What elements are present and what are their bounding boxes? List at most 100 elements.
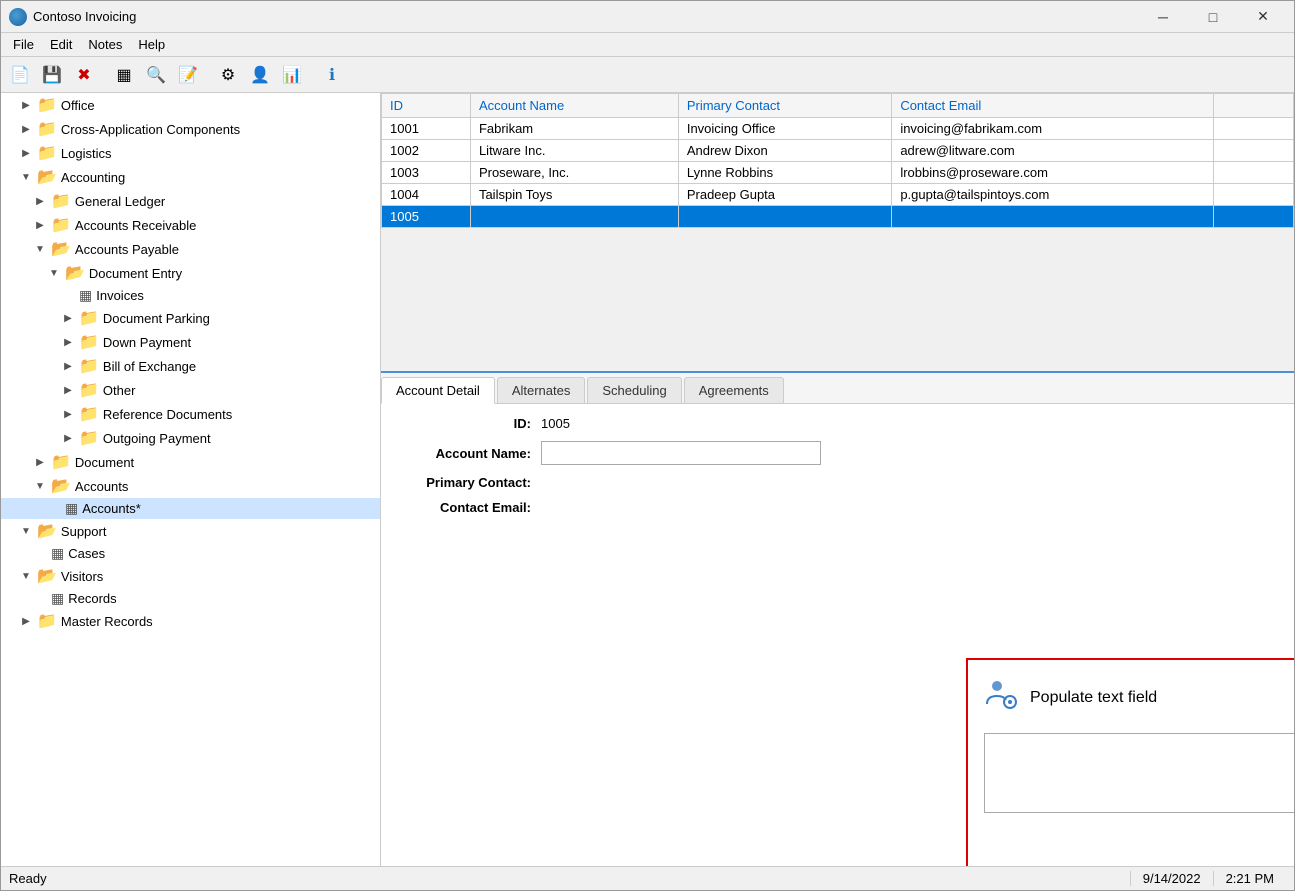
tree-arrow-outgoing-payment[interactable] xyxy=(61,431,75,445)
populate-textarea[interactable] xyxy=(984,733,1294,813)
cell-name: Fabrikam xyxy=(470,118,678,140)
tree-arrow-document-entry[interactable] xyxy=(47,266,61,280)
folder-icon-master-records: 📁 xyxy=(37,611,57,631)
search-button[interactable]: 🔍 xyxy=(141,61,171,89)
cell-id: 1001 xyxy=(382,118,471,140)
cell-id: 1002 xyxy=(382,140,471,162)
contact-email-label: Contact Email: xyxy=(401,500,531,515)
minimize-button[interactable]: ─ xyxy=(1140,1,1186,33)
tab-account-detail[interactable]: Account Detail xyxy=(381,377,495,404)
tree-arrow-master-records[interactable] xyxy=(19,614,33,628)
sidebar-item-office[interactable]: 📁 Office xyxy=(1,93,380,117)
menu-edit[interactable]: Edit xyxy=(42,35,80,54)
tree-arrow-logistics[interactable] xyxy=(19,146,33,160)
folder-icon-document-entry: 📂 xyxy=(65,263,85,283)
tree-arrow-down-payment[interactable] xyxy=(61,335,75,349)
maximize-button[interactable]: □ xyxy=(1190,1,1236,33)
tree-arrow-accounts-receivable[interactable] xyxy=(33,218,47,232)
table-row-selected[interactable]: 1005 xyxy=(382,206,1294,228)
cell-contact: Andrew Dixon xyxy=(678,140,891,162)
sidebar-item-reference-documents[interactable]: 📁 Reference Documents xyxy=(1,402,380,426)
sidebar-item-down-payment[interactable]: 📁 Down Payment xyxy=(1,330,380,354)
status-bar: Ready 9/14/2022 2:21 PM xyxy=(1,866,1294,890)
sidebar-item-bill-of-exchange[interactable]: 📁 Bill of Exchange xyxy=(1,354,380,378)
tree-arrow-accounts[interactable] xyxy=(33,479,47,493)
info-button[interactable]: ℹ xyxy=(317,61,347,89)
tree-arrow-cross-app[interactable] xyxy=(19,122,33,136)
sidebar-item-visitors[interactable]: 📂 Visitors xyxy=(1,564,380,588)
table-row[interactable]: 1002 Litware Inc. Andrew Dixon adrew@lit… xyxy=(382,140,1294,162)
col-header-contact[interactable]: Primary Contact xyxy=(678,94,891,118)
new-button[interactable]: 📄 xyxy=(5,61,35,89)
sidebar-item-other[interactable]: 📁 Other xyxy=(1,378,380,402)
sidebar-label-accounts-table: Accounts* xyxy=(82,501,141,516)
export-button[interactable]: 📊 xyxy=(277,61,307,89)
data-grid[interactable]: ID Account Name Primary Contact Contact … xyxy=(381,93,1294,373)
cell-id: 1004 xyxy=(382,184,471,206)
tree-arrow-support[interactable] xyxy=(19,524,33,538)
tree-arrow-document[interactable] xyxy=(33,455,47,469)
sidebar-label-cases: Cases xyxy=(68,546,105,561)
menu-notes[interactable]: Notes xyxy=(80,35,130,54)
app-title: Contoso Invoicing xyxy=(33,9,1140,24)
folder-icon-cross-app: 📁 xyxy=(37,119,57,139)
sidebar-item-cross-app[interactable]: 📁 Cross-Application Components xyxy=(1,117,380,141)
sidebar-item-accounts-payable[interactable]: 📂 Accounts Payable xyxy=(1,237,380,261)
sidebar-item-invoices[interactable]: ▦ Invoices xyxy=(1,285,380,306)
note-button[interactable]: 📝 xyxy=(173,61,203,89)
tab-scheduling[interactable]: Scheduling xyxy=(587,377,681,403)
tree-arrow-accounts-payable[interactable] xyxy=(33,242,47,256)
grid-button[interactable]: ▦ xyxy=(109,61,139,89)
tree-arrow-general-ledger[interactable] xyxy=(33,194,47,208)
delete-button[interactable]: ✖ xyxy=(69,61,99,89)
folder-icon-document-parking: 📁 xyxy=(79,308,99,328)
table-icon-invoices: ▦ xyxy=(79,287,92,304)
close-button[interactable]: ✕ xyxy=(1240,1,1286,33)
sidebar-label-general-ledger: General Ledger xyxy=(75,194,165,209)
tab-agreements[interactable]: Agreements xyxy=(684,377,784,403)
sidebar-label-document-parking: Document Parking xyxy=(103,311,210,326)
sidebar-item-cases[interactable]: ▦ Cases xyxy=(1,543,380,564)
menu-help[interactable]: Help xyxy=(130,35,173,54)
settings-button[interactable]: ⚙ xyxy=(213,61,243,89)
sidebar-item-accounts[interactable]: 📂 Accounts xyxy=(1,474,380,498)
sidebar-item-support[interactable]: 📂 Support xyxy=(1,519,380,543)
sidebar-item-records[interactable]: ▦ Records xyxy=(1,588,380,609)
table-row[interactable]: 1001 Fabrikam Invoicing Office invoicing… xyxy=(382,118,1294,140)
col-header-id[interactable]: ID xyxy=(382,94,471,118)
tree-arrow-office[interactable] xyxy=(19,98,33,112)
sidebar-item-document-entry[interactable]: 📂 Document Entry xyxy=(1,261,380,285)
folder-icon-reference-documents: 📁 xyxy=(79,404,99,424)
col-header-email[interactable]: Contact Email xyxy=(892,94,1214,118)
save-button[interactable]: 💾 xyxy=(37,61,67,89)
sidebar-item-general-ledger[interactable]: 📁 General Ledger xyxy=(1,189,380,213)
tree-arrow-visitors[interactable] xyxy=(19,569,33,583)
sidebar-item-document[interactable]: 📁 Document xyxy=(1,450,380,474)
tree-arrow-reference-documents[interactable] xyxy=(61,407,75,421)
sidebar-item-accounts-table[interactable]: ▦ Accounts* xyxy=(1,498,380,519)
populate-svg-icon xyxy=(984,676,1020,712)
sidebar-item-master-records[interactable]: 📁 Master Records xyxy=(1,609,380,633)
table-icon-cases: ▦ xyxy=(51,545,64,562)
sidebar-label-outgoing-payment: Outgoing Payment xyxy=(103,431,211,446)
col-header-name[interactable]: Account Name xyxy=(470,94,678,118)
tree-arrow-document-parking[interactable] xyxy=(61,311,75,325)
sidebar-item-document-parking[interactable]: 📁 Document Parking xyxy=(1,306,380,330)
table-row[interactable]: 1003 Proseware, Inc. Lynne Robbins lrobb… xyxy=(382,162,1294,184)
user-button[interactable]: 👤 xyxy=(245,61,275,89)
sidebar-item-outgoing-payment[interactable]: 📁 Outgoing Payment xyxy=(1,426,380,450)
menu-file[interactable]: File xyxy=(5,35,42,54)
sidebar-item-accounts-receivable[interactable]: 📁 Accounts Receivable xyxy=(1,213,380,237)
tree-arrow-accounting[interactable] xyxy=(19,170,33,184)
sidebar-item-logistics[interactable]: 📁 Logistics xyxy=(1,141,380,165)
sidebar-item-accounting[interactable]: 📂 Accounting xyxy=(1,165,380,189)
folder-icon-down-payment: 📁 xyxy=(79,332,99,352)
tree-arrow-other[interactable] xyxy=(61,383,75,397)
tab-alternates[interactable]: Alternates xyxy=(497,377,586,403)
cell-email: lrobbins@proseware.com xyxy=(892,162,1214,184)
account-name-input[interactable] xyxy=(541,441,821,465)
sidebar-label-document: Document xyxy=(75,455,134,470)
tree-arrow-bill-of-exchange[interactable] xyxy=(61,359,75,373)
cell-id: 1003 xyxy=(382,162,471,184)
table-row[interactable]: 1004 Tailspin Toys Pradeep Gupta p.gupta… xyxy=(382,184,1294,206)
